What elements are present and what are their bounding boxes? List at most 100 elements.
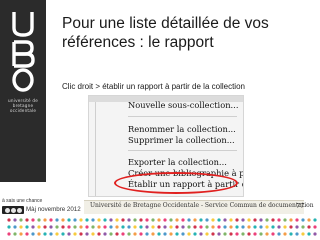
decorative-dot	[157, 218, 161, 222]
decorative-dot	[127, 232, 131, 236]
decorative-dot	[199, 232, 203, 236]
decorative-dot	[307, 232, 311, 236]
decorative-dot	[253, 218, 257, 222]
decorative-dot	[205, 218, 209, 222]
decorative-dot	[277, 218, 281, 222]
menu-item-new-subcollection[interactable]: Nouvelle sous-collection...	[128, 100, 238, 110]
decorative-dot	[247, 232, 251, 236]
decorative-dot	[229, 225, 233, 229]
decorative-dot	[301, 232, 305, 236]
decorative-dot	[121, 232, 125, 236]
decorative-dot	[91, 218, 95, 222]
decorative-dot	[169, 232, 173, 236]
decorative-dot	[181, 225, 185, 229]
decorative-dot	[25, 218, 29, 222]
decorative-dot	[265, 225, 269, 229]
decorative-dot	[49, 232, 53, 236]
decorative-dot	[133, 232, 137, 236]
decorative-dot	[43, 232, 47, 236]
menu-item-delete-collection[interactable]: Supprimer la collection...	[128, 135, 235, 145]
decorative-dot	[193, 225, 197, 229]
decorative-dot	[235, 218, 239, 222]
decorative-dot	[31, 218, 35, 222]
decorative-dot	[103, 225, 107, 229]
license-prefix: à sais une chance	[2, 198, 43, 204]
decorative-dot	[175, 225, 179, 229]
decorative-dot	[175, 218, 179, 222]
decorative-dot	[67, 232, 71, 236]
decorative-dot	[139, 218, 143, 222]
decorative-dot	[133, 225, 137, 229]
decorative-dot	[97, 232, 101, 236]
decorative-dot	[139, 225, 143, 229]
decorative-dot	[121, 218, 125, 222]
decorative-dot	[49, 225, 53, 229]
decorative-dot	[313, 218, 317, 222]
decorative-dot	[253, 232, 257, 236]
decorative-dot	[85, 218, 89, 222]
decorative-dot	[313, 225, 317, 229]
page-number: 77	[296, 202, 305, 210]
decorative-dot	[241, 218, 245, 222]
decorative-dot	[265, 218, 269, 222]
decorative-dot	[97, 225, 101, 229]
decorative-dot	[307, 218, 311, 222]
decorative-dot	[55, 232, 59, 236]
decorative-dot	[283, 232, 287, 236]
logo-sidebar: université de bretagne occidentale	[0, 0, 46, 182]
decorative-dot	[229, 218, 233, 222]
decorative-dot	[19, 232, 23, 236]
slide-title: Pour une liste détaillée de vos référenc…	[62, 15, 269, 51]
menu-separator	[128, 150, 237, 151]
decorative-dot	[163, 225, 167, 229]
decorative-dot	[223, 225, 227, 229]
menu-item-rename-collection[interactable]: Renommer la collection...	[128, 124, 236, 134]
decorative-dot	[37, 232, 41, 236]
ubo-logo-icon	[12, 12, 35, 92]
highlight-ellipse	[114, 172, 238, 194]
decorative-dot	[181, 218, 185, 222]
decorative-dot	[139, 232, 143, 236]
decorative-dot	[259, 225, 263, 229]
decorative-dot	[169, 225, 173, 229]
decorative-dot	[253, 225, 257, 229]
decorative-dot	[61, 218, 65, 222]
decorative-dot	[85, 232, 89, 236]
decorative-dot	[301, 218, 305, 222]
decorative-dot	[217, 218, 221, 222]
decorative-dot	[271, 232, 275, 236]
decorative-dot	[265, 232, 269, 236]
decorative-dot	[73, 232, 77, 236]
menu-separator	[128, 116, 237, 117]
decorative-dot	[223, 232, 227, 236]
decorative-dot	[187, 225, 191, 229]
decorative-dot	[55, 225, 59, 229]
decorative-dot	[307, 225, 311, 229]
decorative-dot	[103, 218, 107, 222]
decorative-dot	[283, 218, 287, 222]
decorative-dot	[79, 218, 83, 222]
decorative-dot	[205, 225, 209, 229]
decorative-dot	[13, 225, 17, 229]
decorative-dot	[115, 232, 119, 236]
decorative-dot	[73, 218, 77, 222]
decorative-dot	[217, 232, 221, 236]
decorative-dot	[235, 232, 239, 236]
decorative-dot	[289, 218, 293, 222]
decorative-dot	[151, 232, 155, 236]
decorative-dot	[181, 232, 185, 236]
menu-item-export-collection[interactable]: Exporter la collection...	[128, 157, 227, 167]
decorative-dot	[127, 218, 131, 222]
decorative-dot	[199, 225, 203, 229]
decorative-dot	[199, 218, 203, 222]
decorative-dot	[25, 232, 29, 236]
decorative-dot	[187, 218, 191, 222]
decorative-dot	[235, 225, 239, 229]
creative-commons-icon	[2, 206, 24, 214]
decorative-dot	[289, 232, 293, 236]
decorative-dot	[67, 225, 71, 229]
decorative-dot	[79, 225, 83, 229]
instruction-text: Clic droit > établir un rapport à partir…	[62, 82, 245, 91]
decorative-dot	[91, 225, 95, 229]
decorative-dot	[97, 218, 101, 222]
